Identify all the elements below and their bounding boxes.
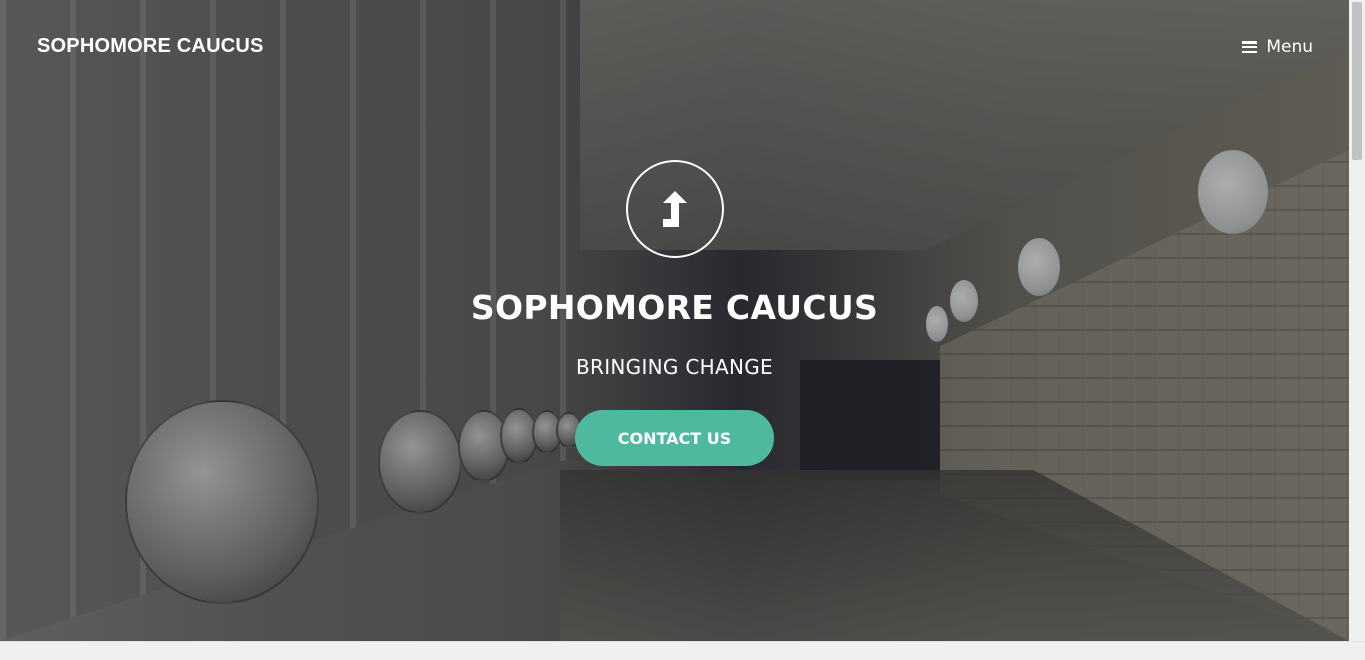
hero-content: SOPHOMORE CAUCUS BRINGING CHANGE CONTACT… [0,160,1349,466]
contact-us-button[interactable]: CONTACT US [575,410,774,466]
brand-link[interactable]: SOPHOMORE CAUCUS [37,35,264,58]
menu-label: Menu [1266,37,1313,57]
hero-title: SOPHOMORE CAUCUS [470,288,879,327]
page: SOPHOMORE CAUCUS Menu SOPHOMORE CAUCUS B… [0,0,1365,660]
vertical-scrollbar[interactable] [1349,0,1365,642]
hamburger-icon [1242,41,1258,53]
hero-subtitle: BRINGING CHANGE [576,355,773,379]
horizontal-scrollbar[interactable] [0,641,1365,660]
menu-toggle-button[interactable]: Menu [1242,37,1313,57]
scrollbar-thumb[interactable] [1352,2,1362,160]
arrow-turn-up-icon [625,160,724,258]
arrow-turn-up-glyph [662,191,687,227]
